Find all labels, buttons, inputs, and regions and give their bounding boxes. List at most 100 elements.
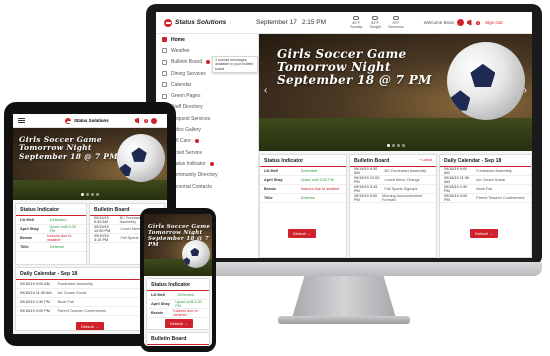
sidebar-item-label: Green Pages <box>171 93 201 100</box>
avatar[interactable] <box>457 19 465 26</box>
table-row[interactable]: 09/18/19 11:30 AM Ice Cream Social <box>440 176 531 185</box>
table-row[interactable]: 09/18/19 3:00 PM Parent Teacher Conferenc… <box>440 194 531 203</box>
status-value: Indoors due to weather <box>300 187 340 191</box>
chevron-right-icon[interactable]: › <box>524 85 527 96</box>
table-row[interactable]: April Shay Upset until 3:30 PM <box>260 176 346 185</box>
unread-dot <box>194 139 199 144</box>
bulletin-title: Fall Sports Signups <box>384 187 418 191</box>
brand-name: Status Solutions <box>74 118 109 123</box>
event-title: Fundraiser Assembly <box>476 169 512 173</box>
sidebar-item-calendar[interactable]: Calendar <box>156 79 258 90</box>
status-default-button[interactable]: Default → <box>288 229 316 238</box>
status-name: April Shay <box>264 178 283 182</box>
status-name: Lili Mell <box>151 293 165 297</box>
hamburger-menu-icon[interactable] <box>18 118 25 123</box>
sidebar-item-home[interactable]: Home <box>156 34 258 45</box>
chevron-left-icon[interactable]: ‹ <box>264 85 267 96</box>
status-indicator-card: Status Indicator Lili Mell Defended April… <box>146 278 210 330</box>
brand-name: Status Solutions <box>175 19 227 26</box>
calendar-default-button[interactable]: Default → <box>76 322 104 330</box>
event-title: Fundraiser Assembly <box>57 282 94 286</box>
table-row[interactable]: 09/18/19 1:30 PM Book Fair <box>440 185 531 194</box>
banner-headline: Girls Soccer Game Tomorrow Night Septemb… <box>277 47 432 88</box>
table-row[interactable]: April Shay Upset until 3:30 PM <box>16 225 86 234</box>
sidebar-item-label: Request Services <box>171 115 211 122</box>
event-banner[interactable]: Girls Soccer Game Tomorrow Night Septemb… <box>13 128 167 200</box>
table-row[interactable]: 09/19/19 3:15 PM Fall Sports Signups <box>350 185 436 194</box>
home-icon <box>162 37 167 43</box>
bulletin-date: 09/19/19 9:30 AM <box>354 167 378 175</box>
event-banner[interactable]: Girls Soccer Game Tomorrow Night Septemb… <box>259 34 532 151</box>
event-banner[interactable]: Girls Soccer Game Tomorrow Night Septemb… <box>144 214 212 276</box>
megaphone-icon[interactable] <box>467 19 472 26</box>
carousel-dot[interactable] <box>86 193 89 196</box>
table-row[interactable]: 09/19/19 5:00 PM Morning Announcement For… <box>350 194 436 203</box>
table-row[interactable]: Bessie Indoors due to weather <box>147 309 209 318</box>
card-title: Status Indicator <box>16 204 86 216</box>
status-value: Defended <box>300 169 318 173</box>
carousel-dots[interactable] <box>386 144 405 147</box>
event-title: Ice Cream Social <box>476 178 506 182</box>
status-default-button[interactable]: Default → <box>165 319 193 328</box>
carousel-dot[interactable] <box>401 144 405 147</box>
bulletin-date: 09/19/19 12:00 PM <box>354 176 380 184</box>
table-row[interactable]: Lili Mell Defended <box>260 167 346 176</box>
status-name: Bessie <box>264 187 277 191</box>
status-name: Bessie <box>20 236 33 240</box>
sidebar-item-weather[interactable]: Weather <box>156 45 258 56</box>
carousel-dot[interactable] <box>391 144 395 147</box>
device-mockup-scene: Status Solutions September 17 2:15 PM 82… <box>0 0 550 356</box>
weather-strip[interactable]: 82°F Sunday 63°F Tonight 76°F Tomorrow <box>350 16 404 29</box>
bulletin-date: 09/19/19 5:00 PM <box>354 194 378 202</box>
carousel-dot[interactable] <box>81 193 84 196</box>
table-row[interactable]: Lili Mell Defended <box>16 216 86 225</box>
button-label: Default <box>170 321 183 326</box>
event-date: 09/18/19 9:00 AM <box>20 282 50 286</box>
welcome-text: Welcome Brian <box>423 20 455 25</box>
unread-dot <box>209 161 214 166</box>
table-row[interactable]: Bessie Indoors due to weather <box>260 185 346 194</box>
notification-badge: 3 <box>476 20 481 25</box>
button-label: Default <box>293 231 306 236</box>
carousel-dot[interactable] <box>96 193 99 196</box>
status-value: Defended <box>50 218 67 222</box>
carousel-dots[interactable] <box>81 193 99 196</box>
sign-out-link[interactable]: Sign Out <box>485 20 503 25</box>
table-row[interactable]: Lili Mell Defended <box>147 291 209 300</box>
carousel-dot[interactable] <box>396 144 400 147</box>
table-row[interactable]: 09/19/19 9:30 AM BC Fundraiser Assembly <box>350 167 436 176</box>
table-row[interactable]: April Shay Upset until 3:30 PM <box>147 300 209 309</box>
monitor-stand-base <box>278 316 410 324</box>
table-row[interactable]: Tillie Defense <box>260 194 346 203</box>
soccer-ball-image <box>117 134 165 182</box>
megaphone-icon[interactable] <box>134 117 140 124</box>
status-value: Indoors due to weather <box>47 234 72 242</box>
carousel-dot[interactable] <box>386 144 390 147</box>
table-row[interactable]: Tillie Defense <box>16 243 86 252</box>
table-row[interactable]: 09/18/19 9:00 AM Fundraiser Assembly <box>440 167 531 176</box>
calendar-default-button[interactable]: Default → <box>470 229 498 238</box>
card-title: Bulletin Board <box>147 333 209 345</box>
sidebar-item-label: Community Directory <box>171 172 218 179</box>
weather-tomorrow: 76°F Tomorrow <box>388 16 404 29</box>
weather-today: 82°F Sunday <box>350 16 362 29</box>
status-name: Lili Mell <box>264 169 278 173</box>
brand-logo[interactable]: Status Solutions <box>164 18 246 27</box>
pages-icon <box>162 93 167 99</box>
status-value: Upset until 3:30 PM <box>300 178 334 182</box>
bulletin-title: BC Fundraiser Assembly <box>384 169 427 173</box>
card-title-link[interactable]: + Latest <box>419 158 432 164</box>
table-row[interactable]: 09/19/19 12:00 PM Lunch Menu Change <box>350 176 436 185</box>
card-title: Status Indicator <box>147 279 209 291</box>
carousel-dot[interactable] <box>91 193 94 196</box>
table-row[interactable]: Bessie Indoors due to weather <box>16 234 86 243</box>
sidebar-item-green-pages[interactable]: Green Pages <box>156 90 258 101</box>
dining-icon <box>162 71 167 77</box>
status-name: Tillie <box>20 245 29 249</box>
notification-badge: 3 <box>143 118 148 123</box>
event-date: 09/18/19 11:30 AM <box>444 176 470 184</box>
avatar[interactable] <box>150 117 157 124</box>
status-name: Tillie <box>264 196 273 200</box>
brand-logo[interactable]: Status Solutions <box>65 117 109 124</box>
card-title: Status Indicator <box>260 155 346 167</box>
